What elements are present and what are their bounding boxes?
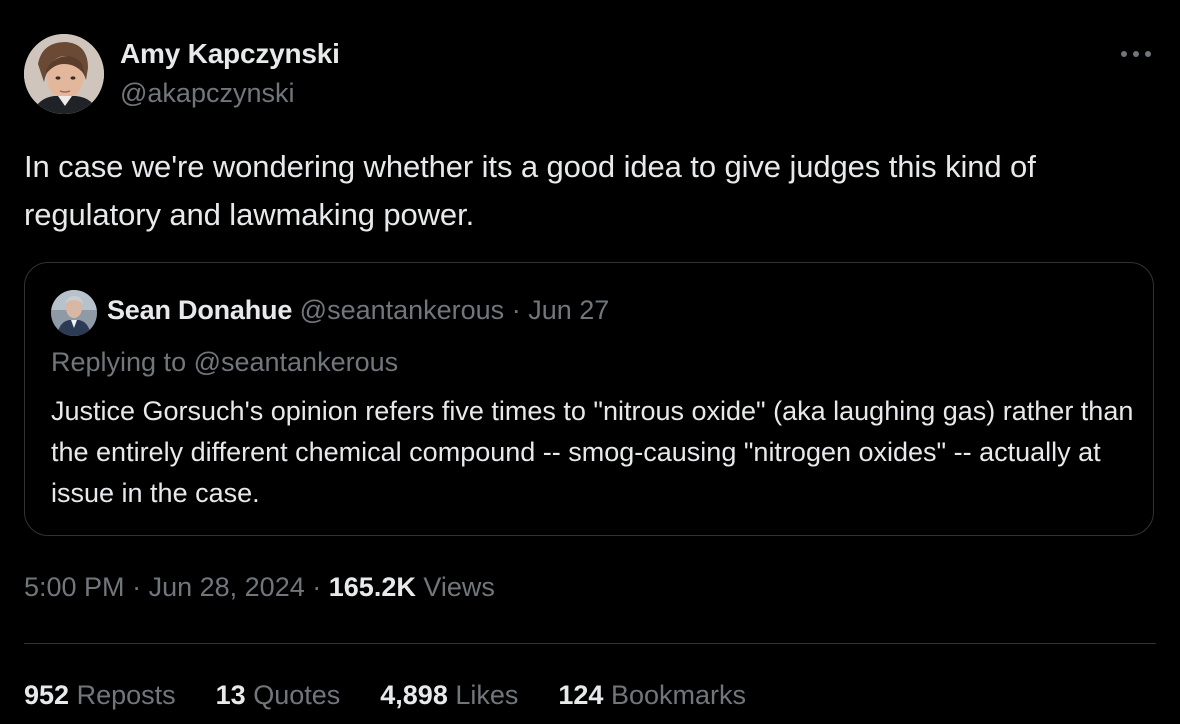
quoted-author-handle[interactable]: @seantankerous [300, 295, 505, 325]
likes-stat[interactable]: 4,898 Likes [380, 680, 518, 711]
quoted-date[interactable]: Jun 27 [528, 295, 609, 325]
author-handle[interactable]: @akapczynski [120, 78, 294, 109]
views-label: Views [423, 572, 495, 602]
meta-separator: · [312, 572, 322, 602]
quotes-stat[interactable]: 13 Quotes [216, 680, 341, 711]
reposts-label: Reposts [76, 680, 176, 710]
quoted-author-name[interactable]: Sean Donahue [107, 295, 292, 325]
reposts-count: 952 [24, 680, 70, 710]
engagement-stats: 952 Reposts 13 Quotes 4,898 Likes 124 Bo… [24, 680, 786, 711]
bookmarks-label: Bookmarks [610, 680, 747, 710]
more-options-button[interactable] [1114, 36, 1158, 72]
bookmarks-count: 124 [558, 680, 604, 710]
more-horizontal-icon [1121, 51, 1151, 57]
quoted-replying-to: Replying to @seantankerous [51, 347, 399, 377]
author-avatar[interactable] [24, 34, 104, 114]
tweet-meta: 5:00 PM · Jun 28, 2024 · 165.2K Views [24, 572, 495, 603]
meta-separator: · [132, 572, 142, 602]
bookmarks-stat[interactable]: 124 Bookmarks [558, 680, 746, 711]
tweet-time[interactable]: 5:00 PM [24, 572, 125, 602]
likes-count: 4,898 [380, 680, 448, 710]
quoted-tweet-card[interactable]: Sean Donahue @seantankerous · Jun 27 Rep… [24, 262, 1154, 536]
divider [24, 643, 1156, 644]
tweet-date[interactable]: Jun 28, 2024 [149, 572, 305, 602]
author-name[interactable]: Amy Kapczynski [120, 38, 340, 70]
quotes-label: Quotes [253, 680, 341, 710]
quotes-count: 13 [215, 680, 246, 710]
quoted-tweet-header: Sean Donahue @seantankerous · Jun 27 [107, 295, 609, 326]
reposts-stat[interactable]: 952 Reposts [24, 680, 176, 711]
quoted-author-avatar[interactable] [51, 290, 97, 336]
tweet-text: In case we're wondering whether its a go… [24, 149, 1036, 232]
likes-label: Likes [455, 680, 519, 710]
avatar-image [24, 34, 104, 114]
views-count[interactable]: 165.2K [329, 572, 416, 602]
quoted-tweet-text: Justice Gorsuch's opinion refers five ti… [51, 396, 1134, 508]
avatar-image [51, 290, 97, 336]
quoted-separator: · [511, 295, 521, 325]
